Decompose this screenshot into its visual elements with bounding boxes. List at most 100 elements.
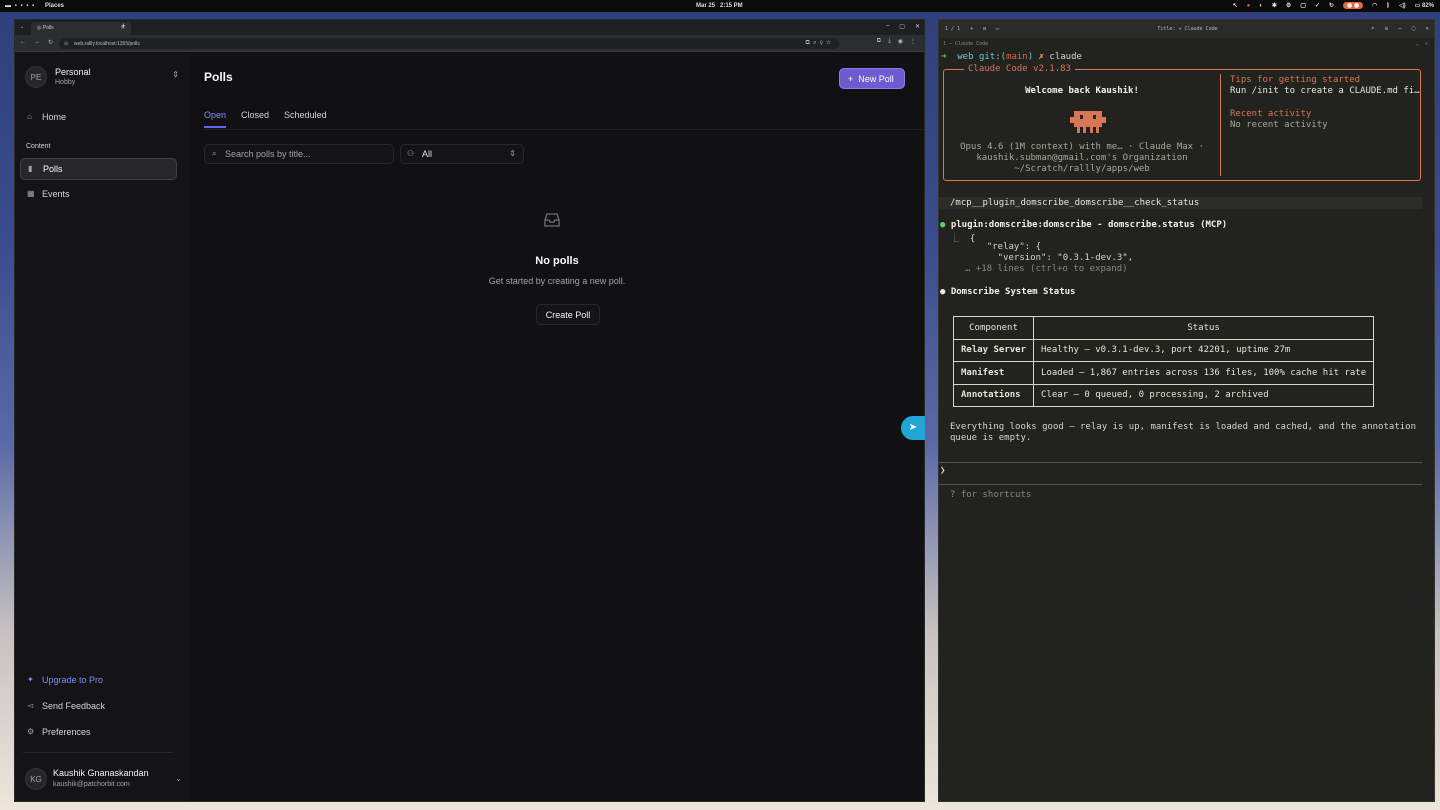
- create-poll-button[interactable]: Create Poll: [536, 304, 600, 325]
- new-tab-button[interactable]: +: [121, 21, 126, 30]
- system-tray: ↖ ● ◐ ✱ ⚙ ▢ ✓ ↻ ◉ ◉ ◠ ᛒ ◁) ▭ 82%: [1233, 2, 1434, 9]
- shortcuts-hint: ? for shortcuts: [950, 490, 1032, 500]
- preferences-link[interactable]: ⚙ Preferences: [20, 723, 177, 743]
- cursor-icon[interactable]: ↖: [1233, 2, 1238, 9]
- summary-line: queue is empty.: [950, 433, 1032, 443]
- participant-filter-select[interactable]: ⚇ All ⇕: [400, 144, 524, 164]
- minimize-icon[interactable]: –: [1398, 25, 1402, 32]
- session-actions: ⌄ ✕: [1415, 41, 1428, 47]
- workspace-name: Personal: [55, 67, 91, 77]
- new-poll-button[interactable]: + New Poll: [839, 68, 905, 89]
- status-pill[interactable]: ◉ ◉: [1343, 2, 1364, 9]
- status-heading-line: ● Domscribe System Status: [940, 287, 1075, 297]
- site-info-icon[interactable]: ⊙: [64, 41, 68, 47]
- settings-icon[interactable]: ✱: [1272, 2, 1277, 9]
- maximize-icon[interactable]: ▢: [1412, 25, 1416, 32]
- sync-icon[interactable]: ↻: [1329, 2, 1334, 9]
- sidebar-item-home[interactable]: ⌂ Home: [20, 107, 177, 129]
- terminal-titlebar: 1 / 1 + ⊟ ▭ Title: ✳ Claude Code ⌕ ≡ – ▢…: [939, 20, 1434, 38]
- record-icon[interactable]: ●: [1247, 3, 1251, 9]
- input-prompt[interactable]: ❯: [940, 466, 945, 476]
- bar-chart-icon: ▮: [28, 164, 33, 173]
- table-row: Manifest Loaded — 1,867 entries across 1…: [952, 361, 1375, 385]
- upgrade-to-pro-link[interactable]: ✦ Upgrade to Pro: [20, 671, 177, 691]
- upgrade-label: Upgrade to Pro: [42, 675, 104, 685]
- tray-icon[interactable]: ▢: [1300, 2, 1306, 9]
- table-cell-status: Clear — 0 queued, 0 processing, 2 archiv…: [1033, 383, 1375, 407]
- terminal-session-bar: 1 — Claude Code ⌄ ✕: [939, 38, 1434, 50]
- recent-text: No recent activity: [1230, 120, 1328, 130]
- terminal-window-controls: ⌕ ≡ – ▢ ✕: [1371, 25, 1429, 32]
- calendar-icon: ▦: [27, 189, 35, 198]
- chevron-up-down-icon: ⇕: [172, 70, 179, 79]
- sidebar-section-content: Content: [26, 143, 51, 150]
- session-label[interactable]: 1 — Claude Code: [943, 41, 988, 47]
- table-header-row: Component Status: [952, 316, 1375, 340]
- home-icon: ⌂: [27, 112, 32, 121]
- table-header: Status: [1033, 316, 1375, 340]
- banner-divider: [1220, 74, 1221, 176]
- polls-page: Polls + New Poll Open Closed Scheduled ⌕ …: [190, 52, 924, 801]
- user-email: kaushik@patchorbit.com: [53, 781, 130, 788]
- workspace-switcher[interactable]: PE Personal Hobby ⇕: [25, 66, 179, 92]
- maximize-icon[interactable]: ▢: [899, 23, 905, 30]
- volume-icon[interactable]: ◁): [1399, 2, 1406, 9]
- tab-list-chevron-icon[interactable]: ⌄: [20, 24, 24, 30]
- clock-date[interactable]: Mar 25: [696, 3, 715, 9]
- app-icon[interactable]: ◐: [1259, 3, 1263, 9]
- prompt-dirty-mark: ✗: [1038, 52, 1044, 62]
- sidebar-item-events[interactable]: ▦ Events: [20, 184, 177, 206]
- inbox-icon: [543, 212, 561, 231]
- slash-command-line: /mcp__plugin_domscribe_domscribe__check_…: [939, 197, 1422, 209]
- model-line: Opus 4.6 (1M context) with me… · Claude …: [960, 142, 1204, 152]
- battery-level: 82%: [1421, 3, 1434, 9]
- tool-output: ⎿ {: [950, 231, 975, 244]
- back-icon[interactable]: ←: [20, 39, 26, 46]
- close-icon[interactable]: ✕: [1425, 25, 1429, 32]
- prompt-dir: web: [957, 52, 974, 62]
- download-icon[interactable]: ⤓: [888, 38, 891, 45]
- gear-icon[interactable]: ⚙: [1286, 2, 1291, 9]
- send-icon[interactable]: ➤: [901, 416, 925, 440]
- close-window-icon[interactable]: ✕: [915, 23, 920, 30]
- expand-hint[interactable]: … +18 lines (ctrl+o to expand): [965, 264, 1128, 274]
- tab-closed[interactable]: Closed: [241, 110, 269, 128]
- workspace-indicator[interactable]: ▬ ▪ ▪ ▪ ▪: [5, 3, 35, 9]
- banner-title: Claude Code v2.1.83: [964, 64, 1075, 74]
- address-bar[interactable]: ⊙ web.rallly.localhost:1355/polls ⧉ ⌕ ⚲ …: [59, 38, 839, 49]
- battery-icon[interactable]: ▭ 82%: [1415, 2, 1434, 9]
- sidebar-item-label: Events: [42, 189, 70, 199]
- places-menu[interactable]: Places: [45, 3, 64, 9]
- empty-state-subtitle: Get started by creating a new poll.: [488, 276, 626, 286]
- user-menu[interactable]: KG Kaushik Gnanaskandan kaushik@patchorb…: [25, 766, 182, 796]
- status-heading: Domscribe System Status: [950, 287, 1076, 297]
- tab-open[interactable]: Open: [204, 110, 227, 128]
- sidebar-divider: [23, 752, 173, 753]
- send-feedback-link[interactable]: ◅ Send Feedback: [20, 697, 177, 717]
- forward-icon[interactable]: →: [34, 39, 40, 46]
- empty-state-title: No polls: [535, 255, 579, 267]
- menu-icon[interactable]: ⋮: [910, 38, 916, 45]
- clock-time[interactable]: 2:15 PM: [720, 3, 743, 9]
- reload-icon[interactable]: ↻: [48, 39, 53, 46]
- minimize-icon[interactable]: –: [886, 23, 889, 30]
- table-cell-component: Annotations: [952, 383, 1035, 407]
- chevron-up-down-icon: ⇕: [509, 149, 516, 158]
- browser-tab-polls[interactable]: ◎ Polls ✕: [31, 22, 131, 35]
- search-input[interactable]: ⌕ Search polls by title...: [204, 144, 394, 164]
- table-header: Component: [952, 316, 1035, 340]
- workspace-plan: Hobby: [55, 79, 76, 86]
- extension-icon[interactable]: ⧉: [877, 38, 881, 45]
- summary-line: Everything looks good — relay is up, man…: [950, 422, 1416, 432]
- search-icon[interactable]: ⌕: [1371, 25, 1375, 32]
- menu-icon[interactable]: ≡: [1385, 25, 1389, 32]
- bluetooth-icon[interactable]: ᛒ: [1386, 3, 1390, 9]
- tab-scheduled[interactable]: Scheduled: [284, 110, 327, 128]
- json-line: "version": "0.3.1-dev.3",: [976, 253, 1134, 263]
- search-placeholder: Search polls by title...: [225, 149, 311, 159]
- sidebar-item-polls[interactable]: ▮ Polls: [20, 158, 177, 180]
- check-icon[interactable]: ✓: [1315, 2, 1320, 9]
- profile-icon[interactable]: ◉: [898, 38, 903, 45]
- table-row: Annotations Clear — 0 queued, 0 processi…: [952, 383, 1375, 407]
- wifi-icon[interactable]: ◠: [1372, 2, 1377, 9]
